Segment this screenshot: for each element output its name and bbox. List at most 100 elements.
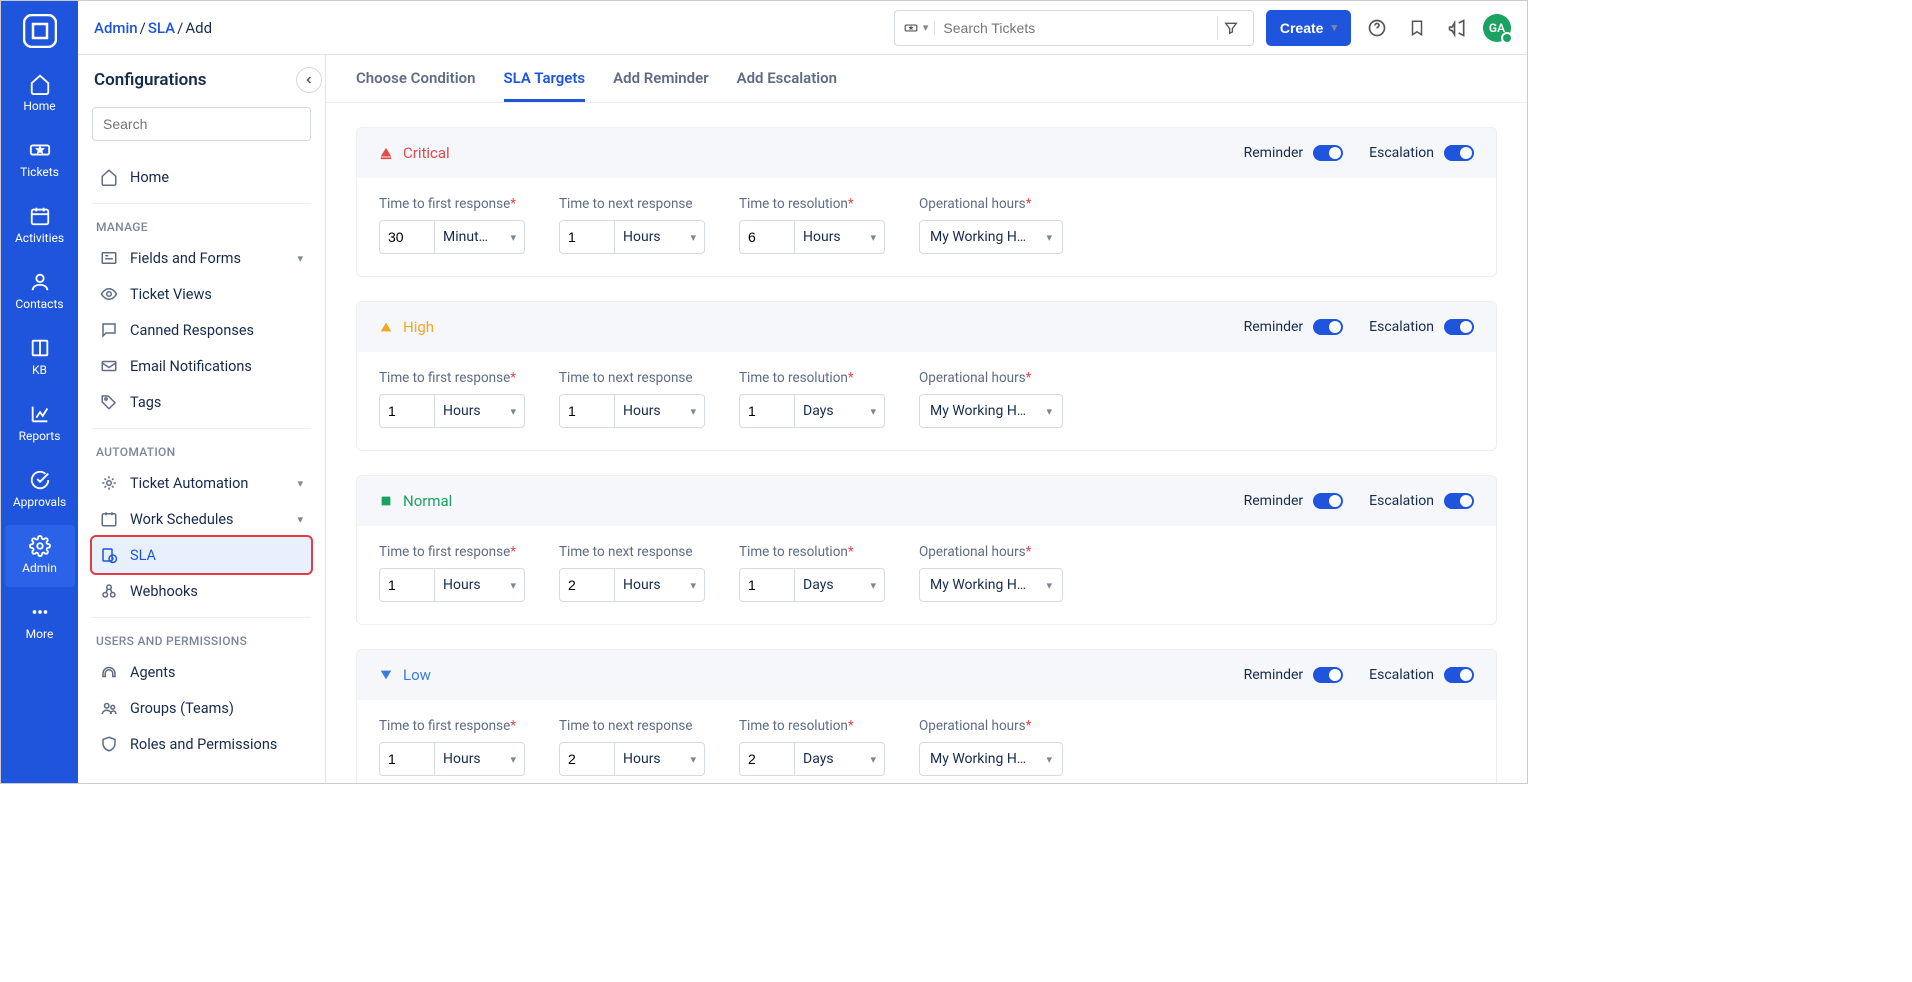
sidebar-item-webhooks[interactable]: Webhooks [92,573,311,609]
app-logo[interactable] [18,9,62,53]
op-hours-select[interactable]: My Working H…▾ [919,742,1063,776]
priority-title: Low [379,666,431,684]
tab-add-escalation[interactable]: Add Escalation [737,69,837,102]
sidebar-item-sla[interactable]: SLA [92,537,311,573]
sidebar-item-fields-forms[interactable]: Fields and Forms▾ [92,240,311,276]
op-hours-select[interactable]: My Working H…▾ [919,220,1063,254]
card-head: Normal Reminder Escalation [357,476,1496,526]
breadcrumb-sla[interactable]: SLA [148,19,175,37]
nav-tickets[interactable]: Tickets [5,129,75,191]
tab-choose-condition[interactable]: Choose Condition [356,69,476,102]
topbar: Admin/ SLA/ Add ▾ Create▾ GA [78,1,1527,55]
reminder-toggle[interactable] [1313,667,1343,683]
calendar-icon [29,205,51,227]
breadcrumb-add: Add [185,19,212,37]
sidebar-item-ticket-automation[interactable]: Ticket Automation▾ [92,465,311,501]
breadcrumb-admin[interactable]: Admin [94,19,138,37]
sidebar-item-home[interactable]: Home [92,159,311,195]
resolution-unit[interactable]: Days▾ [795,742,885,776]
search-type-dropdown[interactable]: ▾ [903,21,936,35]
nav-home[interactable]: Home [5,63,75,125]
search-box[interactable]: ▾ [894,10,1254,46]
resolution-value[interactable] [739,742,795,776]
next-response-value[interactable] [559,220,615,254]
priority-card-normal: Normal Reminder Escalation Time to first… [356,475,1497,625]
avatar[interactable]: GA [1483,14,1511,42]
sidebar-item-work-schedules[interactable]: Work Schedules▾ [92,501,311,537]
op-hours-select[interactable]: My Working H…▾ [919,568,1063,602]
priority-title: High [379,318,434,336]
sidebar-item-canned-responses[interactable]: Canned Responses [92,312,311,348]
bookmark-icon[interactable] [1403,14,1431,42]
nav-reports[interactable]: Reports [5,393,75,455]
next-response-unit[interactable]: Hours▾ [615,568,705,602]
first-response-unit[interactable]: Hours▾ [435,742,525,776]
op-hours-select[interactable]: My Working H…▾ [919,394,1063,428]
nav-admin[interactable]: Admin [5,525,75,587]
reminder-toggle[interactable] [1313,145,1343,161]
priority-title: Critical [379,144,450,162]
escalation-toggle[interactable] [1444,319,1474,335]
chevron-down-icon: ▾ [870,579,876,592]
chat-icon [100,321,118,339]
first-response-value[interactable] [379,742,435,776]
sidebar-item-email-notifications[interactable]: Email Notifications [92,348,311,384]
chevron-down-icon: ▾ [1046,753,1052,766]
collapse-sidebar-button[interactable] [296,67,322,93]
filter-icon[interactable] [1217,16,1245,40]
next-response-value[interactable] [559,742,615,776]
search-input[interactable] [943,20,1208,36]
escalation-toggle[interactable] [1444,667,1474,683]
first-response-value[interactable] [379,220,435,254]
sidebar-item-tags[interactable]: Tags [92,384,311,420]
escalation-toggle[interactable] [1444,493,1474,509]
next-response-value[interactable] [559,568,615,602]
next-response-unit[interactable]: Hours▾ [615,742,705,776]
first-response-unit[interactable]: Hours▾ [435,568,525,602]
next-response-unit[interactable]: Hours▾ [615,220,705,254]
tab-add-reminder[interactable]: Add Reminder [613,69,708,102]
next-response-value[interactable] [559,394,615,428]
card-head: Critical Reminder Escalation [357,128,1496,178]
sidebar-item-ticket-views[interactable]: Ticket Views [92,276,311,312]
resolution-value[interactable] [739,394,795,428]
dots-icon [29,601,51,623]
resolution-unit[interactable]: Days▾ [795,568,885,602]
nav-kb[interactable]: KB [5,327,75,389]
ticket-icon [29,139,51,161]
sidebar-item-agents[interactable]: Agents [92,654,311,690]
resolution-value[interactable] [739,220,795,254]
create-button[interactable]: Create▾ [1266,10,1351,46]
reminder-toggle[interactable] [1313,493,1343,509]
help-icon[interactable] [1363,14,1391,42]
escalation-toggle[interactable] [1444,145,1474,161]
nav-more[interactable]: More [5,591,75,653]
status-check-icon [1501,32,1513,44]
tab-sla-targets[interactable]: SLA Targets [504,69,586,102]
resolution-label: Time to resolution* [739,718,885,734]
chevron-down-icon: ▾ [510,753,516,766]
nav-contacts[interactable]: Contacts [5,261,75,323]
first-response-label: Time to first response* [379,196,525,212]
nav-rail: Home Tickets Activities Contacts KB Repo… [1,1,78,783]
first-response-unit[interactable]: Minut…▾ [435,220,525,254]
resolution-label: Time to resolution* [739,370,885,386]
first-response-unit[interactable]: Hours▾ [435,394,525,428]
reminder-toggle[interactable] [1313,319,1343,335]
nav-activities[interactable]: Activities [5,195,75,257]
chevron-down-icon: ▾ [1046,231,1052,244]
resolution-label: Time to resolution* [739,544,885,560]
megaphone-icon[interactable] [1443,14,1471,42]
contact-icon [29,271,51,293]
resolution-unit[interactable]: Hours▾ [795,220,885,254]
nav-approvals[interactable]: Approvals [5,459,75,521]
next-response-unit[interactable]: Hours▾ [615,394,705,428]
first-response-label: Time to first response* [379,544,525,560]
resolution-unit[interactable]: Days▾ [795,394,885,428]
sidebar-item-groups[interactable]: Groups (Teams) [92,690,311,726]
sidebar-search-input[interactable] [92,107,311,141]
first-response-value[interactable] [379,394,435,428]
sidebar-item-roles[interactable]: Roles and Permissions [92,726,311,762]
resolution-value[interactable] [739,568,795,602]
first-response-value[interactable] [379,568,435,602]
